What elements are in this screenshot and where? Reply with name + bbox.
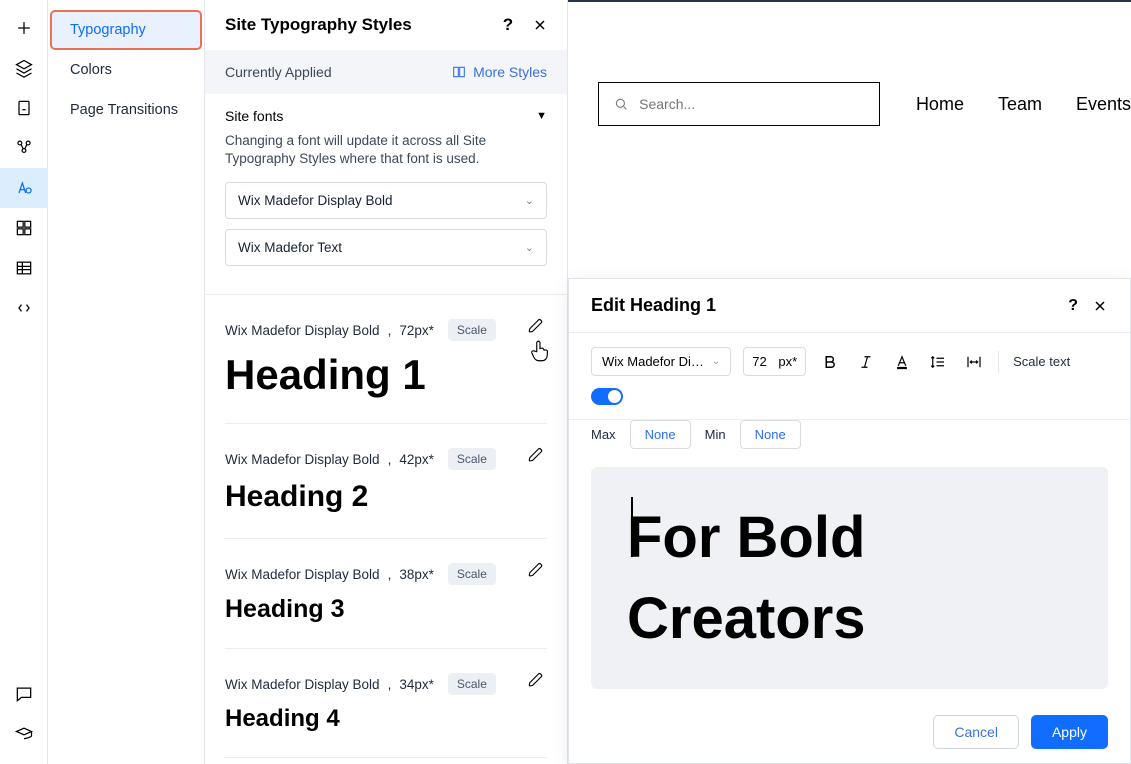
scale-text-label: Scale text bbox=[1013, 354, 1070, 369]
site-header: Home Team Events bbox=[598, 82, 1131, 126]
design-icon[interactable] bbox=[0, 168, 48, 208]
font-select[interactable]: Wix Madefor Di…⌄ bbox=[591, 347, 731, 376]
close-icon[interactable] bbox=[1092, 298, 1108, 314]
typo-sample: Heading 1 bbox=[225, 351, 547, 399]
table-icon[interactable] bbox=[0, 248, 48, 288]
page-icon[interactable] bbox=[0, 88, 48, 128]
line-height-icon[interactable] bbox=[926, 350, 950, 374]
cancel-button[interactable]: Cancel bbox=[933, 715, 1019, 749]
help-icon[interactable]: ? bbox=[499, 16, 517, 34]
scale-badge: Scale bbox=[448, 448, 496, 470]
font-select-1[interactable]: Wix Madefor Display Bold⌄ bbox=[225, 182, 547, 219]
learn-icon[interactable] bbox=[0, 714, 48, 754]
edit-icon[interactable] bbox=[527, 317, 547, 337]
preview-box: For Bold Creators bbox=[591, 467, 1108, 689]
search-input[interactable] bbox=[598, 82, 880, 126]
italic-icon[interactable] bbox=[854, 350, 878, 374]
scale-badge: Scale bbox=[448, 673, 496, 695]
menu-item-typography[interactable]: Typography bbox=[50, 10, 202, 50]
help-icon[interactable]: ? bbox=[1068, 297, 1078, 315]
font-size-field[interactable]: 72 px* bbox=[743, 347, 806, 376]
typography-style-list: Wix Madefor Display Bold, 72px* Scale He… bbox=[205, 295, 567, 764]
site-fonts-section: Site fonts ▼ Changing a font will update… bbox=[205, 94, 567, 295]
chevron-down-icon[interactable]: ▼ bbox=[536, 110, 547, 122]
letter-spacing-icon[interactable] bbox=[962, 350, 986, 374]
bold-icon[interactable] bbox=[818, 350, 842, 374]
nav-events[interactable]: Events bbox=[1076, 94, 1131, 115]
typography-panel: Site Typography Styles ? Currently Appli… bbox=[205, 0, 568, 764]
min-label: Min bbox=[705, 427, 726, 442]
preview-text[interactable]: For Bold Creators bbox=[627, 497, 1072, 659]
more-styles-link[interactable]: More Styles bbox=[451, 64, 547, 80]
edit-heading-modal: Edit Heading 1 ? Wix Madefor Di…⌄ 72 px*… bbox=[568, 278, 1131, 764]
typo-font-label: Wix Madefor Display Bold bbox=[225, 677, 380, 692]
typo-font-label: Wix Madefor Display Bold bbox=[225, 567, 380, 582]
close-icon[interactable] bbox=[531, 16, 549, 34]
min-value[interactable]: None bbox=[740, 420, 801, 449]
edit-icon[interactable] bbox=[527, 446, 547, 466]
modal-footer: Cancel Apply bbox=[569, 701, 1130, 763]
font-select-2[interactable]: Wix Madefor Text⌄ bbox=[225, 229, 547, 266]
search-field[interactable] bbox=[639, 96, 865, 112]
typo-font-label: Wix Madefor Display Bold bbox=[225, 452, 380, 467]
site-fonts-label: Site fonts bbox=[225, 108, 283, 124]
site-fonts-desc: Changing a font will update it across al… bbox=[225, 132, 547, 168]
apply-button[interactable]: Apply bbox=[1031, 715, 1108, 749]
text-color-icon[interactable] bbox=[890, 350, 914, 374]
code-icon[interactable] bbox=[0, 288, 48, 328]
typo-size-label: 38px* bbox=[399, 567, 434, 582]
cursor-hand-icon bbox=[527, 337, 553, 365]
max-label: Max bbox=[591, 427, 616, 442]
minmax-row: Max None Min None bbox=[569, 420, 1130, 465]
typo-sample: Heading 3 bbox=[225, 595, 547, 624]
menu-item-colors[interactable]: Colors bbox=[50, 50, 202, 90]
left-icon-rail bbox=[0, 0, 48, 764]
layers-icon[interactable] bbox=[0, 48, 48, 88]
add-icon[interactable] bbox=[0, 8, 48, 48]
typography-panel-title: Site Typography Styles bbox=[225, 15, 412, 35]
toolbar-separator bbox=[998, 351, 999, 373]
scale-badge: Scale bbox=[448, 563, 496, 585]
typography-row-h4[interactable]: Wix Madefor Display Bold, 34px* Scale He… bbox=[225, 649, 547, 758]
scale-badge: Scale bbox=[448, 319, 496, 341]
grid-icon[interactable] bbox=[0, 208, 48, 248]
typo-size-label: 42px* bbox=[399, 452, 434, 467]
modal-title: Edit Heading 1 bbox=[591, 295, 716, 316]
typo-sample: Heading 4 bbox=[225, 705, 547, 733]
apps-icon[interactable] bbox=[0, 128, 48, 168]
typo-size-label: 34px* bbox=[399, 677, 434, 692]
typo-size-label: 72px* bbox=[399, 323, 434, 338]
typo-sample: Heading 2 bbox=[225, 480, 547, 514]
currently-applied-label: Currently Applied bbox=[225, 64, 332, 80]
nav-team[interactable]: Team bbox=[998, 94, 1042, 115]
scale-toggle[interactable] bbox=[591, 388, 623, 405]
edit-icon[interactable] bbox=[527, 671, 547, 691]
menu-item-page-transitions[interactable]: Page Transitions bbox=[50, 90, 202, 130]
nav-home[interactable]: Home bbox=[916, 94, 964, 115]
modal-toolbar: Wix Madefor Di…⌄ 72 px* Scale text bbox=[569, 333, 1130, 420]
max-value[interactable]: None bbox=[630, 420, 691, 449]
comment-icon[interactable] bbox=[0, 674, 48, 714]
typography-row-h3[interactable]: Wix Madefor Display Bold, 38px* Scale He… bbox=[225, 539, 547, 649]
design-menu: Typography Colors Page Transitions bbox=[48, 0, 205, 764]
typography-row-h2[interactable]: Wix Madefor Display Bold, 42px* Scale He… bbox=[225, 424, 547, 539]
edit-icon[interactable] bbox=[527, 561, 547, 581]
typography-row-h1[interactable]: Wix Madefor Display Bold, 72px* Scale He… bbox=[225, 295, 547, 424]
typo-font-label: Wix Madefor Display Bold bbox=[225, 323, 380, 338]
site-nav: Home Team Events bbox=[916, 94, 1131, 115]
text-caret bbox=[631, 497, 633, 557]
